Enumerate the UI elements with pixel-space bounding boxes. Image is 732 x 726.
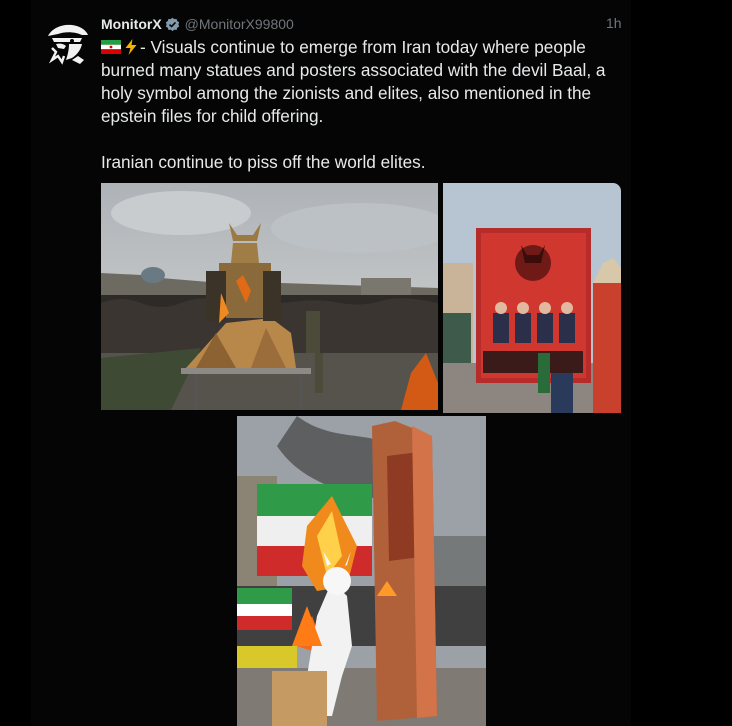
verified-badge-icon [165,17,180,32]
avatar[interactable] [42,16,92,66]
iran-flag-icon [101,37,121,54]
display-name[interactable]: MonitorX [101,16,162,32]
tweet-text: - Visuals continue to emerge from Iran t… [101,36,621,174]
tweet-photo-2[interactable] [443,183,621,413]
tweet-paragraph-2: Iranian continue to piss off the world e… [101,152,426,172]
tweet-header: MonitorX @MonitorX99800 [101,15,294,33]
tweet-photo-1[interactable] [101,183,438,410]
timestamp[interactable]: 1h [606,15,622,31]
tweet-photo-3[interactable] [237,416,486,726]
monitorx-logo-icon [42,16,92,66]
tweet-paragraph-1: - Visuals continue to emerge from Iran t… [101,36,621,128]
lightning-icon [124,38,138,55]
user-handle[interactable]: @MonitorX99800 [185,16,294,32]
tweet-body-text: - Visuals continue to emerge from Iran t… [101,37,606,126]
